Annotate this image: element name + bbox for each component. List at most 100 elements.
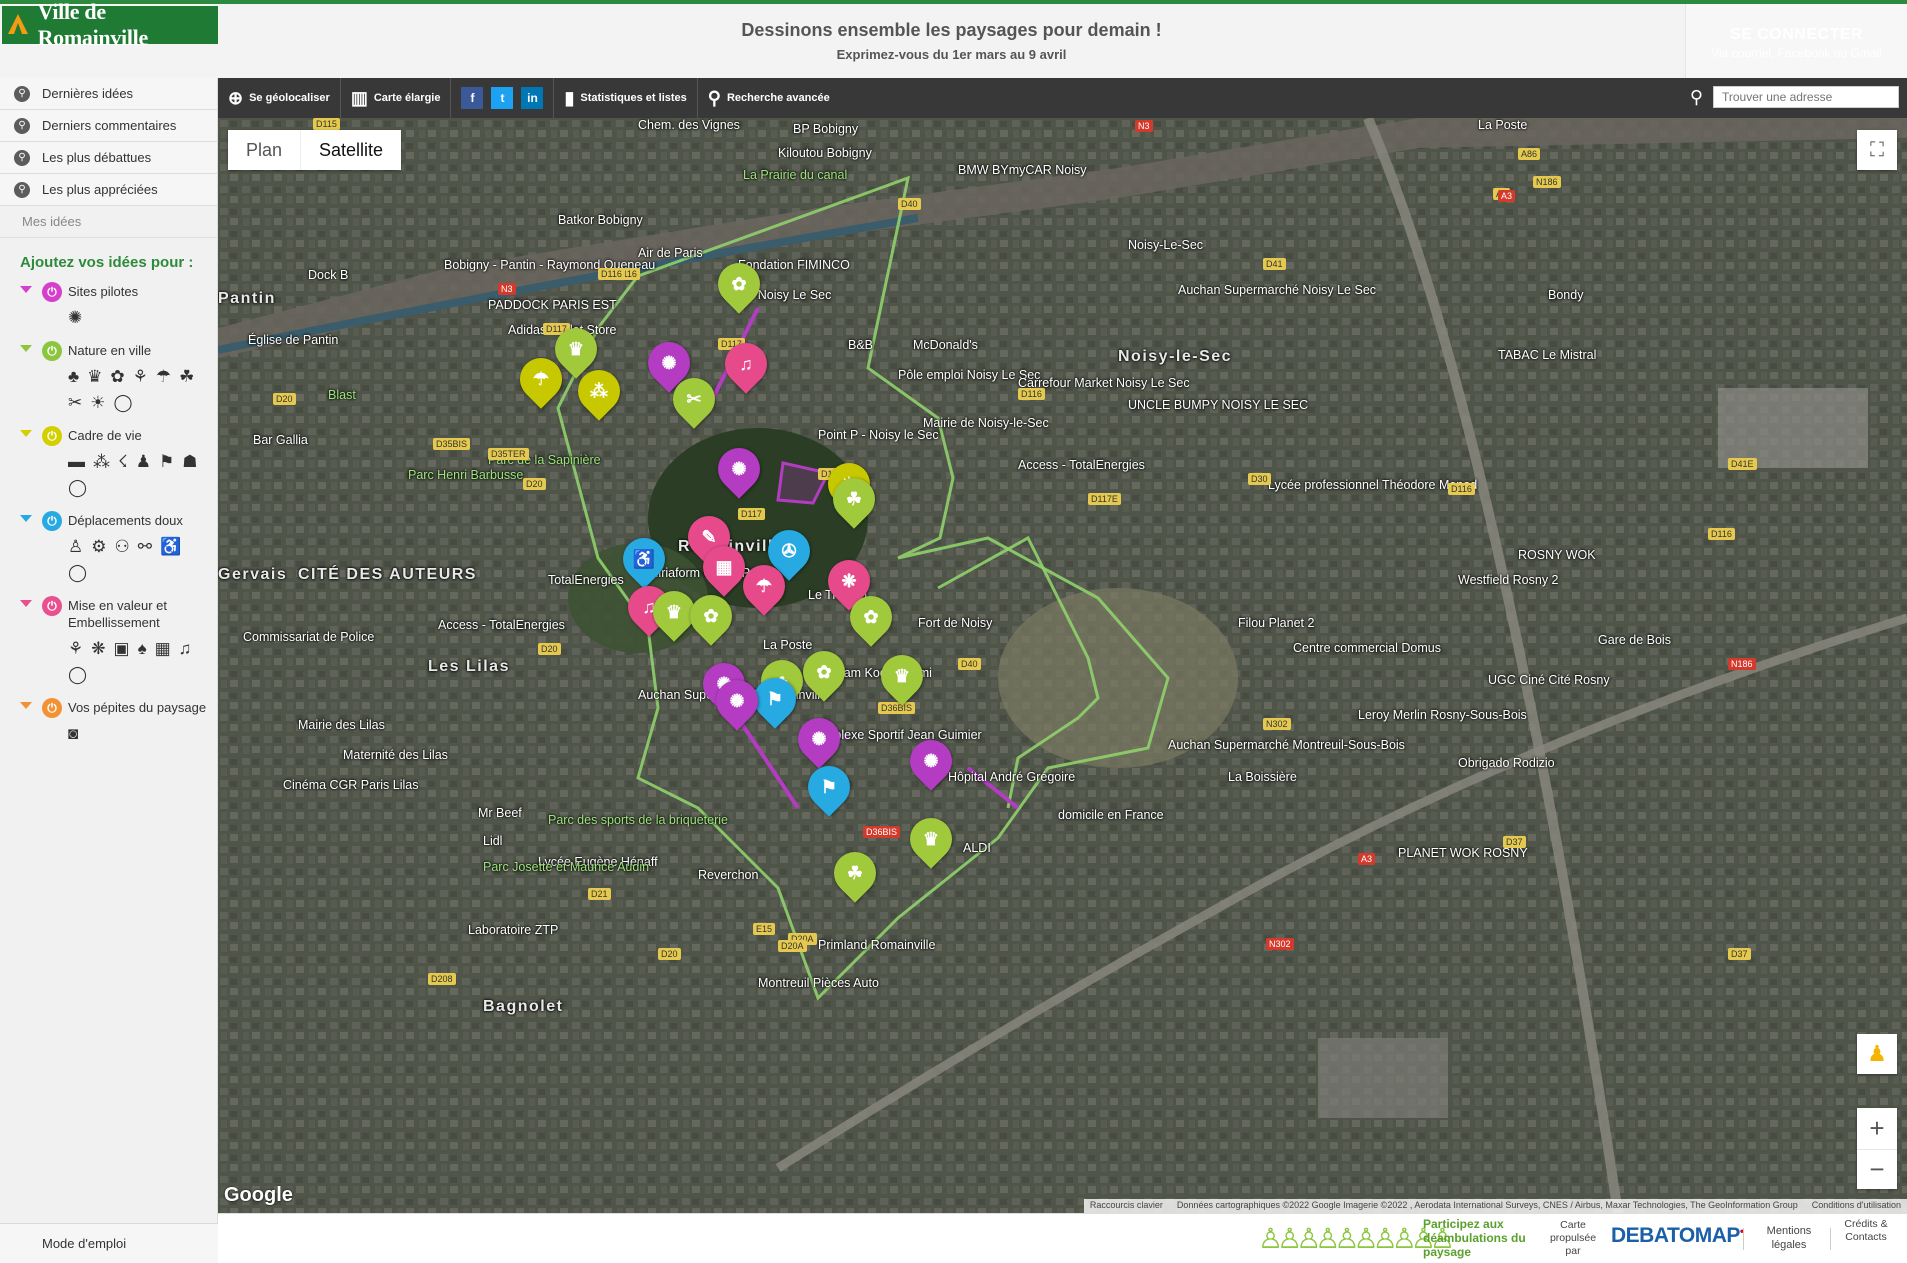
- chevron-down-icon[interactable]: [20, 702, 32, 709]
- idea-marker[interactable]: ☘: [824, 469, 884, 529]
- music-icon[interactable]: ♫: [179, 639, 192, 659]
- potted-plant-icon[interactable]: ⚘: [133, 367, 148, 387]
- category-sites-pilotes[interactable]: ⏻ Sites pilotes ✺: [0, 281, 217, 328]
- satellite-map[interactable]: Chem. des Vignes BP Bobigny Kiloutou Bobig…: [218, 118, 1907, 1213]
- address-input[interactable]: [1713, 86, 1899, 108]
- linkedin-icon[interactable]: in: [521, 87, 544, 109]
- keyboard-shortcuts-link[interactable]: Raccourcis clavier: [1090, 1200, 1163, 1212]
- chevron-down-icon[interactable]: [20, 286, 32, 293]
- road-shield: D116: [1708, 528, 1735, 540]
- tree-planter-icon[interactable]: ♠: [138, 639, 147, 659]
- category-nature-en-ville[interactable]: ⏻ Nature en ville ♣ ♛ ✿ ⚘ ☂ ☘ ✂ ☀ ◯: [0, 340, 217, 413]
- twitter-icon[interactable]: t: [491, 87, 514, 109]
- playground-icon[interactable]: ♟: [136, 452, 151, 472]
- chevron-down-icon[interactable]: [20, 515, 32, 522]
- sparkle-icon[interactable]: ✺: [68, 308, 82, 328]
- map-type-plan-button[interactable]: Plan: [228, 130, 300, 170]
- idea-marker[interactable]: ♛: [872, 646, 932, 706]
- chevron-down-icon[interactable]: [20, 430, 32, 437]
- login-button[interactable]: SE CONNECTER Via courriel, Facebook ou G…: [1685, 4, 1907, 82]
- fort-de-noisy-area: [998, 588, 1238, 768]
- category-cadre-de-vie[interactable]: ⏻ Cadre de vie ▬ ⁂ ☇ ♟ ⚑ ☗ ◯: [0, 425, 217, 498]
- category-mise-en-valeur[interactable]: ⏻ Mise en valeur et Embellissement ⚘ ❋ ▣ ♠ ▦…: [0, 595, 217, 685]
- idea-marker[interactable]: ⁂: [569, 361, 629, 421]
- search-map-icon[interactable]: ⚲: [1690, 87, 1703, 108]
- chevron-down-icon[interactable]: [20, 345, 32, 352]
- debatomap-logo[interactable]: DEBATOMAP•: [1611, 1224, 1744, 1248]
- idea-marker[interactable]: ✺: [707, 671, 767, 731]
- fullscreen-button[interactable]: ⛶: [1857, 130, 1897, 170]
- comment-icon[interactable]: ◯: [114, 393, 133, 413]
- grass-icon[interactable]: ♛: [87, 367, 102, 387]
- idea-marker[interactable]: ✿: [841, 587, 901, 647]
- city-logo[interactable]: Ville de Romainville: [2, 0, 218, 50]
- legal-mentions-link[interactable]: Mentions légales: [1754, 1224, 1824, 1252]
- idea-marker[interactable]: ♫: [716, 334, 776, 394]
- planter-icon[interactable]: ✿: [110, 367, 124, 387]
- sidebar-item-latest-comments[interactable]: ⚲ Derniers commentaires: [0, 110, 217, 142]
- tree-icon[interactable]: ♣: [68, 367, 79, 387]
- terms-link[interactable]: Conditions d'utilisation: [1812, 1200, 1901, 1212]
- bike-icon[interactable]: ⚙: [91, 537, 106, 557]
- marker-icon: ♿: [632, 548, 656, 569]
- idea-marker[interactable]: ☘: [825, 843, 885, 903]
- road-shield: N186: [1728, 658, 1756, 670]
- sidebar-item-most-liked[interactable]: ⚲ Les plus appréciées: [0, 174, 217, 206]
- street-view-button[interactable]: ♟: [1857, 1034, 1897, 1074]
- wide-map-button[interactable]: ▥ Carte élargie: [341, 78, 452, 118]
- sport-icon[interactable]: ⚑: [159, 452, 174, 472]
- comment-icon[interactable]: ◯: [68, 478, 87, 498]
- idea-marker[interactable]: ✂: [664, 369, 724, 429]
- fresco-icon[interactable]: ▣: [114, 639, 130, 659]
- category-pepites[interactable]: ⏻ Vos pépites du paysage ◙: [0, 697, 217, 744]
- camera-icon[interactable]: ◙: [68, 724, 78, 744]
- megaphone-icon[interactable]: ❋: [91, 639, 105, 659]
- wheelchair-icon[interactable]: ♿: [160, 537, 181, 557]
- idea-marker[interactable]: ✿: [794, 642, 854, 702]
- idea-marker[interactable]: ✺: [901, 731, 961, 791]
- pedestrian-icon[interactable]: ♙: [68, 537, 83, 557]
- sidebar-item-most-debated[interactable]: ⚲ Les plus débattues: [0, 142, 217, 174]
- bike-parking-icon[interactable]: ⚇: [115, 537, 130, 557]
- geolocate-button[interactable]: ⊕ Se géolocaliser: [218, 78, 341, 118]
- idea-marker[interactable]: ☂: [734, 556, 794, 616]
- participate-link[interactable]: Participez aux déambulations du paysage: [1423, 1217, 1533, 1259]
- sun-icon[interactable]: ☀: [90, 393, 105, 413]
- comment-icon[interactable]: ◯: [68, 665, 87, 685]
- lamp-icon[interactable]: ☇: [118, 452, 128, 472]
- zoom-out-button[interactable]: −: [1857, 1148, 1897, 1189]
- idea-marker[interactable]: ✺: [709, 439, 769, 499]
- advanced-search-button[interactable]: ⚲ Recherche avancée: [698, 78, 840, 118]
- hand-plant-icon[interactable]: ☘: [179, 367, 194, 387]
- sidebar-item-my-ideas[interactable]: Mes idées: [0, 206, 217, 238]
- fountain-icon[interactable]: ⁂: [93, 452, 110, 472]
- marker-icon: ✿: [816, 661, 832, 682]
- marker-icon: ✺: [811, 728, 827, 749]
- search-icon: ⚲: [14, 117, 30, 134]
- map-type-satellite-button[interactable]: Satellite: [300, 130, 401, 170]
- comment-icon[interactable]: ◯: [68, 563, 87, 583]
- sidebar-item-latest-ideas[interactable]: ⚲ Dernières idées: [0, 78, 217, 110]
- chevron-down-icon[interactable]: [20, 600, 32, 607]
- shovel-icon[interactable]: ✂: [68, 393, 82, 413]
- credits-contacts-link[interactable]: Crédits & Contacts: [1836, 1218, 1896, 1244]
- idea-marker[interactable]: ⚑: [799, 757, 859, 817]
- flower-icon[interactable]: ⚘: [68, 639, 83, 659]
- category-deplacements-doux[interactable]: ⏻ Déplacements doux ♙ ⚙ ⚇ ⚯ ♿ ◯: [0, 510, 217, 583]
- shared-path-icon[interactable]: ⚯: [138, 537, 152, 557]
- idea-marker[interactable]: ✺: [789, 709, 849, 769]
- idea-marker[interactable]: ☂: [511, 349, 571, 409]
- facebook-icon[interactable]: f: [461, 87, 484, 109]
- idea-marker[interactable]: ♿: [614, 529, 674, 589]
- market-icon[interactable]: ▦: [155, 639, 171, 659]
- watering-icon[interactable]: ☂: [156, 367, 171, 387]
- zoom-in-button[interactable]: +: [1857, 1109, 1897, 1149]
- kiosk-icon[interactable]: ☗: [182, 452, 197, 472]
- stats-button[interactable]: ▮ Statistiques et listes: [554, 78, 698, 118]
- idea-marker[interactable]: ✿: [681, 586, 741, 646]
- idea-marker[interactable]: ♛: [901, 809, 961, 869]
- bench-icon[interactable]: ▬: [68, 452, 85, 472]
- idea-marker[interactable]: ✿: [709, 254, 769, 314]
- marker-icon: ✿: [703, 605, 719, 626]
- user-guide-link[interactable]: Mode d'emploi: [0, 1223, 218, 1263]
